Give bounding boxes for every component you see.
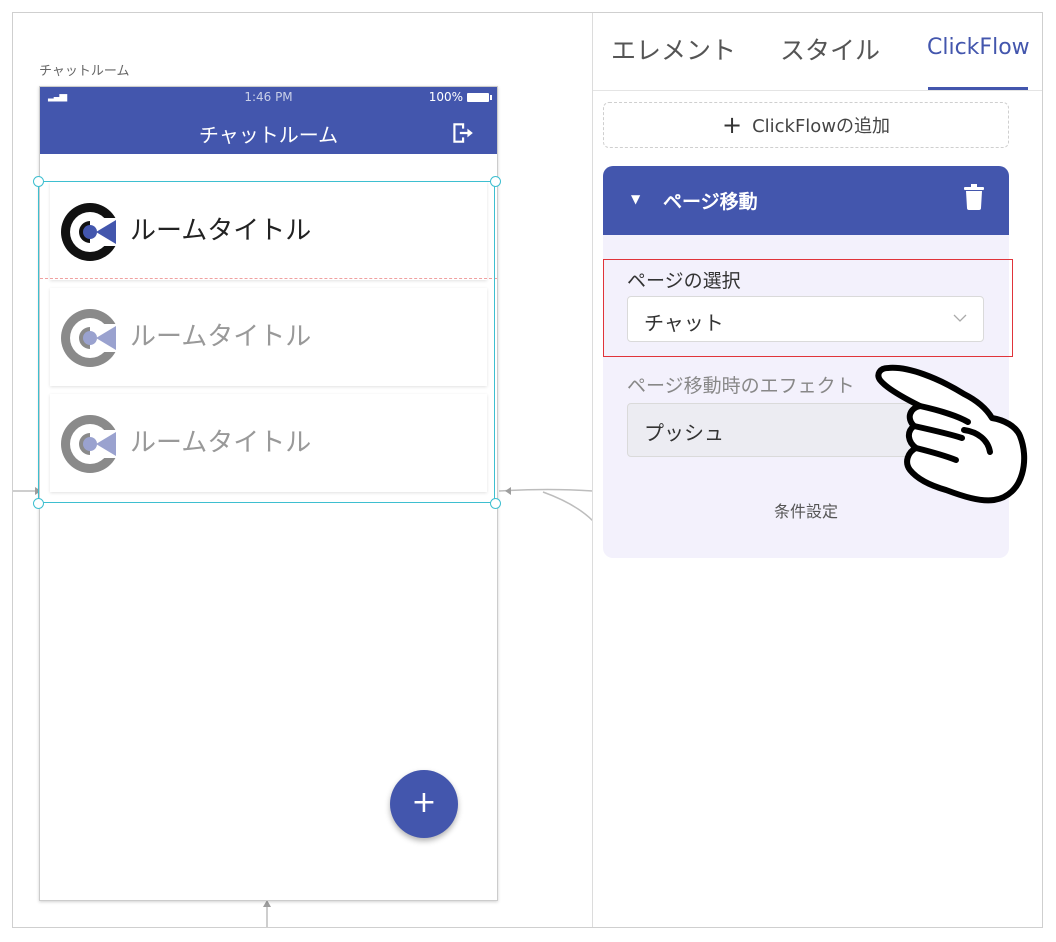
- add-clickflow-label: ClickFlowの追加: [752, 116, 891, 137]
- clickflow-title: ページ移動: [663, 191, 758, 213]
- plus-icon: +: [721, 111, 743, 139]
- status-bar: ▂▃▅ 1:46 PM 100%: [40, 87, 497, 109]
- highlight-box: [603, 259, 1013, 357]
- property-tabs: エレメント スタイル ClickFlow: [593, 13, 1042, 91]
- logout-icon[interactable]: [449, 120, 475, 146]
- battery-icon: [467, 92, 492, 102]
- active-tab-indicator: [928, 87, 1028, 90]
- tab-style[interactable]: スタイル: [780, 31, 880, 67]
- app-bar-title: チャットルーム: [198, 123, 339, 147]
- page-label: チャットルーム: [39, 64, 130, 79]
- resize-handle-bottom-left[interactable]: [33, 498, 44, 509]
- selection-box[interactable]: [38, 181, 495, 503]
- tab-clickflow[interactable]: ClickFlow: [927, 35, 1030, 60]
- tab-element[interactable]: エレメント: [611, 31, 736, 67]
- battery-percent: 100%: [428, 90, 463, 104]
- trash-icon[interactable]: [963, 184, 985, 210]
- effect-select-value: プッシュ: [644, 421, 724, 445]
- effect-select-label: ページ移動時のエフェクト: [627, 375, 855, 397]
- add-clickflow-button[interactable]: + ClickFlowの追加: [603, 102, 1009, 148]
- resize-handle-top-right[interactable]: [490, 176, 501, 187]
- pointing-hand-icon: [875, 364, 1028, 504]
- caret-down-icon[interactable]: ▼: [631, 192, 640, 206]
- resize-handle-bottom-right[interactable]: [490, 498, 501, 509]
- clickflow-header[interactable]: ▼ ページ移動: [603, 166, 1009, 235]
- add-room-button[interactable]: +: [390, 770, 458, 838]
- resize-handle-top-left[interactable]: [33, 176, 44, 187]
- status-battery: 100%: [428, 90, 492, 104]
- panel-divider: [592, 13, 593, 927]
- design-canvas[interactable]: チャットルーム ▂▃▅ 1:46 PM 100% チャットルーム ルームタイトル…: [13, 13, 593, 927]
- app-bar: チャットルーム: [40, 109, 497, 154]
